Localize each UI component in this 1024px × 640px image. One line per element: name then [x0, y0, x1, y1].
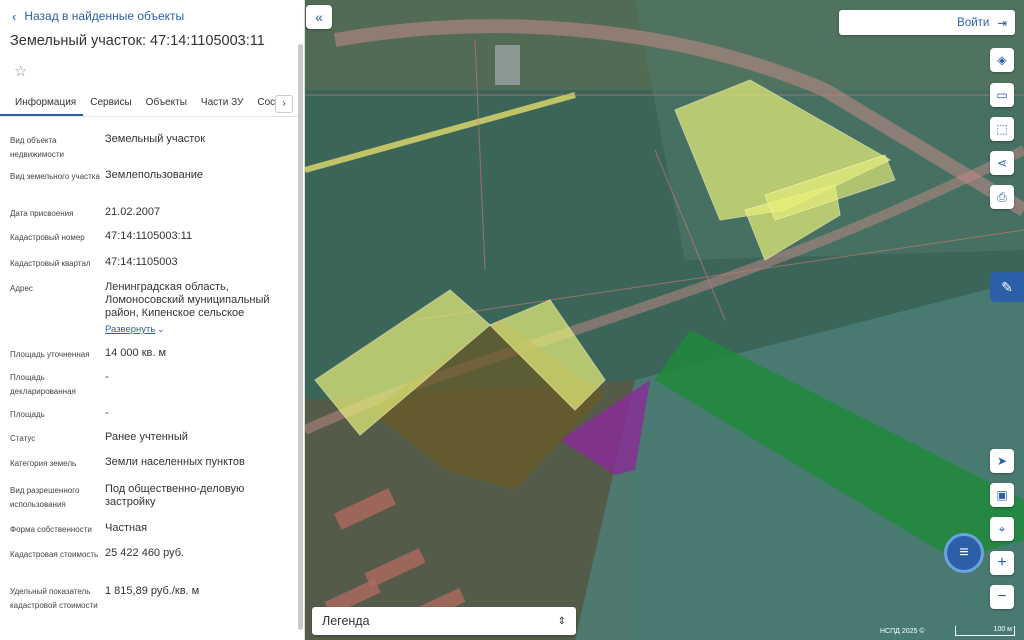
- print-button[interactable]: ⎙: [990, 185, 1014, 209]
- attr-value: 25 422 460 руб.: [105, 547, 185, 559]
- attr-value: Земельный участок: [105, 133, 206, 145]
- attr-label: Удельный показатель кадастровой стоимост…: [10, 587, 98, 610]
- attr-label: Площадь уточненная: [10, 350, 90, 359]
- tab-objects[interactable]: Объекты: [139, 93, 194, 116]
- attr-value: 47:14:1105003: [105, 256, 178, 268]
- chevron-left-icon: ‹: [12, 8, 17, 24]
- legend-select[interactable]: Легенда ⇕: [312, 607, 576, 635]
- zoom-out-button[interactable]: −: [990, 585, 1014, 609]
- tab-services[interactable]: Сервисы: [83, 93, 138, 116]
- select-area-icon: ⬚: [996, 122, 1008, 136]
- layers-icon: ◈: [997, 53, 1007, 67]
- map-scale: 100 м: [955, 626, 1015, 636]
- chat-button[interactable]: ≡: [944, 533, 984, 573]
- tab-parts[interactable]: Части ЗУ: [194, 93, 250, 116]
- attr-value: 14 000 кв. м: [105, 347, 167, 359]
- info-panel: ‹ Назад в найденные объекты Земельный уч…: [0, 0, 305, 640]
- attr-label: Площадь: [10, 410, 45, 419]
- share-icon: ⋖: [996, 156, 1008, 170]
- attr-value: Ранее учтенный: [105, 431, 188, 443]
- attr-value: 21.02.2007: [105, 206, 161, 218]
- legend-label: Легенда: [322, 614, 370, 628]
- print-icon: ⎙: [997, 189, 1007, 204]
- back-link[interactable]: ‹ Назад в найденные объекты: [12, 9, 184, 23]
- attr-value: Землепользование: [105, 169, 204, 181]
- pin-button[interactable]: ⌖: [990, 517, 1014, 541]
- attr-value: 47:14:1105003:11: [105, 230, 193, 242]
- attr-value: 1 815,89 руб./кв. м: [105, 585, 200, 597]
- attr-label: Форма собственности: [10, 525, 92, 534]
- attr-value: Под общественно-деловую застройку: [105, 483, 245, 508]
- attr-label: Адрес: [10, 284, 33, 293]
- zoom-out-icon: −: [997, 588, 1007, 605]
- attr-label: Вид земельного участка: [10, 172, 100, 181]
- minimap-icon: ▣: [996, 488, 1008, 502]
- map-view[interactable]: [305, 0, 1024, 640]
- map-canvas[interactable]: [305, 0, 1024, 640]
- zoom-in-button[interactable]: +: [990, 551, 1014, 575]
- ruler-button[interactable]: ▭: [990, 83, 1014, 107]
- panel-scrollbar[interactable]: [298, 44, 303, 630]
- login-button[interactable]: Войти ⇥: [839, 10, 1015, 35]
- attr-value: Частная: [105, 522, 148, 534]
- attr-value: -: [105, 407, 109, 419]
- attr-label: Дата присвоения: [10, 209, 74, 218]
- attr-label: Вид разрешенного использования: [10, 486, 80, 509]
- menu-lines-icon: ≡: [959, 544, 969, 561]
- locate-button[interactable]: ➤: [990, 449, 1014, 473]
- tab-bar: Информация Сервисы Объекты Части ЗУ Сост…: [0, 93, 298, 117]
- page-title: Земельный участок: 47:14:1105003:11: [10, 33, 265, 49]
- minimap-button[interactable]: ▣: [990, 483, 1014, 507]
- collapse-panel-button[interactable]: «: [306, 5, 332, 29]
- tab-info[interactable]: Информация: [0, 93, 84, 116]
- pin-icon: ⌖: [998, 521, 1006, 536]
- tabs-next-button[interactable]: ›: [275, 95, 293, 113]
- attr-value: Земли населенных пунктов: [105, 456, 245, 468]
- select-area-button[interactable]: ⬚: [990, 117, 1014, 141]
- locate-icon: ➤: [996, 454, 1008, 468]
- attr-label: Площадь декларированная: [10, 373, 76, 396]
- attr-label: Кадастровый квартал: [10, 259, 91, 268]
- zoom-in-icon: +: [997, 554, 1007, 571]
- services-badge-button[interactable]: ✎: [990, 272, 1024, 302]
- login-icon: ⇥: [997, 17, 1007, 30]
- attr-label: Кадастровая стоимость: [10, 550, 99, 559]
- chevron-down-icon[interactable]: ⌄: [157, 324, 165, 335]
- layers-button[interactable]: ◈: [990, 48, 1014, 72]
- chat-bubble-icon: ✎: [1001, 278, 1013, 295]
- double-chevron-left-icon: «: [315, 9, 323, 25]
- attr-label: Статус: [10, 434, 36, 443]
- back-link-label: Назад в найденные объекты: [24, 9, 185, 23]
- chevron-updown-icon: ⇕: [557, 615, 566, 627]
- app-root: ‹ Назад в найденные объекты Земельный уч…: [0, 0, 1024, 640]
- login-label: Войти: [957, 16, 990, 29]
- ruler-icon: ▭: [996, 88, 1008, 102]
- share-button[interactable]: ⋖: [990, 151, 1014, 175]
- attr-label: Категория земель: [10, 459, 77, 468]
- star-icon[interactable]: ☆: [14, 62, 27, 80]
- map-attribution: НСПД 2025 ©: [880, 628, 925, 635]
- attr-value: -: [105, 371, 109, 383]
- expand-link[interactable]: Развернуть: [105, 324, 155, 335]
- attr-label: Кадастровый номер: [10, 233, 85, 242]
- attr-label: Вид объекта недвижимости: [10, 136, 64, 159]
- attr-value: Ленинградская область, Ломоносовский мун…: [105, 281, 270, 319]
